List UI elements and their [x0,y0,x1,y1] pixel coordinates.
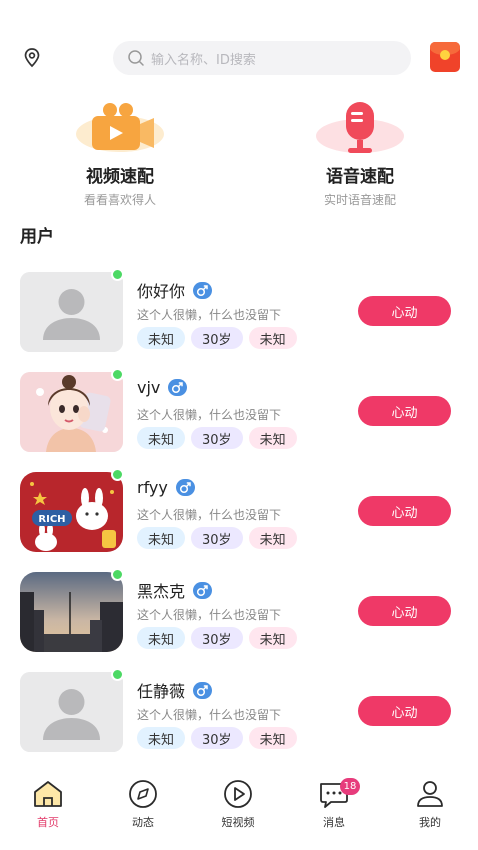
home-icon [13,778,83,810]
constellation-tag: 未知 [248,527,297,549]
age-tag: 30岁 [191,727,243,749]
user-list-item[interactable]: vjv 这个人很懒，什么也没留下 未知 30岁 未知 心动 [0,368,478,472]
tab-label: 短视频 [221,816,255,829]
search-input[interactable]: 输入名称、ID搜索 [113,41,411,75]
user-list-item[interactable]: 黑杰克 这个人很懒，什么也没留下 未知 30岁 未知 心动 [0,568,478,672]
heartbeat-button[interactable]: 心动 [358,396,451,426]
location-tag: 未知 [137,727,186,749]
red-packet-icon[interactable] [430,42,460,72]
male-gender-icon [193,581,213,599]
video-match-card[interactable]: 视频速配 看看喜欢得人 [30,98,210,208]
location-tag: 未知 [137,527,186,549]
video-match-subtitle: 看看喜欢得人 [83,193,156,207]
microphone-icon [270,98,450,158]
profile-icon [395,778,465,810]
constellation-tag: 未知 [248,327,297,349]
avatar[interactable] [20,268,124,352]
male-gender-icon [193,681,213,699]
location-tag: 未知 [137,327,186,349]
bottom-tab-bar: 首页 动态 短视频 18 消息 我的 [0,770,478,850]
tab-label: 首页 [37,816,59,829]
location-pin-icon[interactable] [20,46,44,70]
user-bio: 这个人很懒，什么也没留下 [137,508,282,522]
user-bio: 这个人很懒，什么也没留下 [137,708,282,722]
location-tag: 未知 [137,427,186,449]
male-gender-icon [193,281,213,299]
voice-match-title: 语音速配 [326,167,394,187]
tab-home[interactable]: 首页 [13,778,83,830]
tab-messages[interactable]: 18 消息 [299,778,369,830]
male-gender-icon [175,479,195,496]
age-tag: 30岁 [191,627,243,649]
unread-badge: 18 [340,778,360,795]
user-bio: 这个人很懒，什么也没留下 [137,308,282,322]
tab-label: 消息 [323,816,345,829]
tab-moments[interactable]: 动态 [108,778,178,830]
heartbeat-button[interactable]: 心动 [358,496,451,526]
user-name: 黑杰克 [137,582,186,601]
user-bio: 这个人很懒，什么也没留下 [137,608,282,622]
constellation-tag: 未知 [248,427,297,449]
online-status-dot [111,368,124,381]
avatar[interactable] [20,368,124,452]
voice-match-card[interactable]: 语音速配 实时语音速配 [270,98,450,208]
age-tag: 30岁 [191,527,243,549]
play-circle-icon [203,778,273,810]
user-list-item[interactable]: 你好你 这个人很懒，什么也没留下 未知 30岁 未知 心动 [0,268,478,372]
video-match-title: 视频速配 [86,167,154,187]
avatar[interactable]: RICH [20,468,124,552]
voice-match-subtitle: 实时语音速配 [323,193,396,207]
user-name: rfyy [137,478,168,497]
age-tag: 30岁 [191,427,243,449]
online-status-dot [111,468,124,481]
tab-short-video[interactable]: 短视频 [203,778,273,830]
search-placeholder: 输入名称、ID搜索 [151,52,256,68]
online-status-dot [111,268,124,281]
online-status-dot [111,668,124,681]
online-status-dot [111,568,124,581]
tab-profile[interactable]: 我的 [395,778,465,830]
tab-label: 动态 [132,816,154,829]
constellation-tag: 未知 [248,727,297,749]
location-tag: 未知 [137,627,186,649]
heartbeat-button[interactable]: 心动 [358,596,451,626]
age-tag: 30岁 [191,327,243,349]
heartbeat-button[interactable]: 心动 [358,696,451,726]
search-icon [128,50,144,66]
user-list-item[interactable]: RICH rfyy 这个人很懒，什么也没留下 未知 30岁 未知 心动 [0,468,478,572]
avatar[interactable] [20,568,124,652]
user-name: 任静薇 [137,682,186,701]
rich-badge-text: RICH [38,514,65,525]
top-bar: 输入名称、ID搜索 [0,38,478,78]
compass-icon [108,778,178,810]
users-section-title: 用户 [20,227,54,247]
constellation-tag: 未知 [248,627,297,649]
chat-bubble-icon: 18 [299,778,369,810]
user-name: vjv [137,378,161,397]
user-list-item[interactable]: 任静薇 这个人很懒，什么也没留下 未知 30岁 未知 心动 [0,668,478,772]
avatar[interactable] [20,668,124,752]
user-name: 你好你 [137,282,186,301]
heartbeat-button[interactable]: 心动 [358,296,451,326]
video-camera-icon [30,98,210,158]
tab-label: 我的 [419,816,441,829]
male-gender-icon [168,379,188,396]
user-bio: 这个人很懒，什么也没留下 [137,408,282,422]
